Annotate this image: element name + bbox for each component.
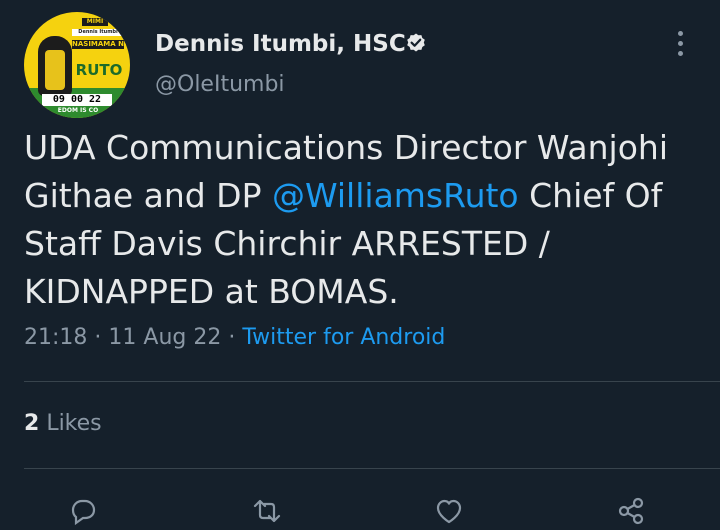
avatar[interactable]: MIMI Dennis Itumbi NASIMAMA NA RUTO 09 0… bbox=[24, 12, 130, 118]
author-display-name[interactable]: Dennis Itumbi, HSC bbox=[155, 31, 406, 57]
avatar-text-nasimama: NASIMAMA NA bbox=[72, 40, 130, 49]
verified-badge-icon bbox=[407, 33, 425, 52]
tweet-text: UDA Communications Director Wanjohi Gith… bbox=[24, 124, 714, 316]
divider bbox=[24, 381, 720, 382]
retweet-icon[interactable] bbox=[252, 496, 282, 526]
avatar-text-ruto: RUTO bbox=[75, 61, 123, 79]
avatar-person-figure bbox=[38, 36, 72, 96]
avatar-text-name: Dennis Itumbi bbox=[72, 29, 124, 36]
meta-separator-2: · bbox=[228, 325, 236, 350]
mention-link[interactable]: @WilliamsRuto bbox=[272, 176, 519, 215]
more-vertical-icon[interactable] bbox=[670, 28, 690, 60]
like-icon[interactable] bbox=[434, 496, 464, 526]
share-icon[interactable] bbox=[616, 496, 646, 526]
tweet-time[interactable]: 21:18 bbox=[24, 325, 87, 350]
divider bbox=[24, 468, 720, 469]
tweet-metadata: 21:18 · 11 Aug 22 · Twitter for Android bbox=[24, 325, 445, 350]
tweet-date[interactable]: 11 Aug 22 bbox=[108, 325, 221, 350]
reply-icon[interactable] bbox=[68, 496, 98, 526]
avatar-text-mimi: MIMI bbox=[82, 18, 108, 26]
likes-count[interactable]: 2 Likes bbox=[24, 411, 102, 436]
author-handle[interactable]: @OleItumbi bbox=[155, 72, 285, 97]
tweet-source-link[interactable]: Twitter for Android bbox=[242, 325, 445, 350]
avatar-countdown: 09 00 22 bbox=[42, 94, 112, 106]
meta-separator: · bbox=[94, 325, 102, 350]
likes-number: 2 bbox=[24, 411, 40, 436]
likes-label: Likes bbox=[46, 411, 102, 436]
avatar-slogan: EDOM IS CO bbox=[57, 107, 99, 114]
